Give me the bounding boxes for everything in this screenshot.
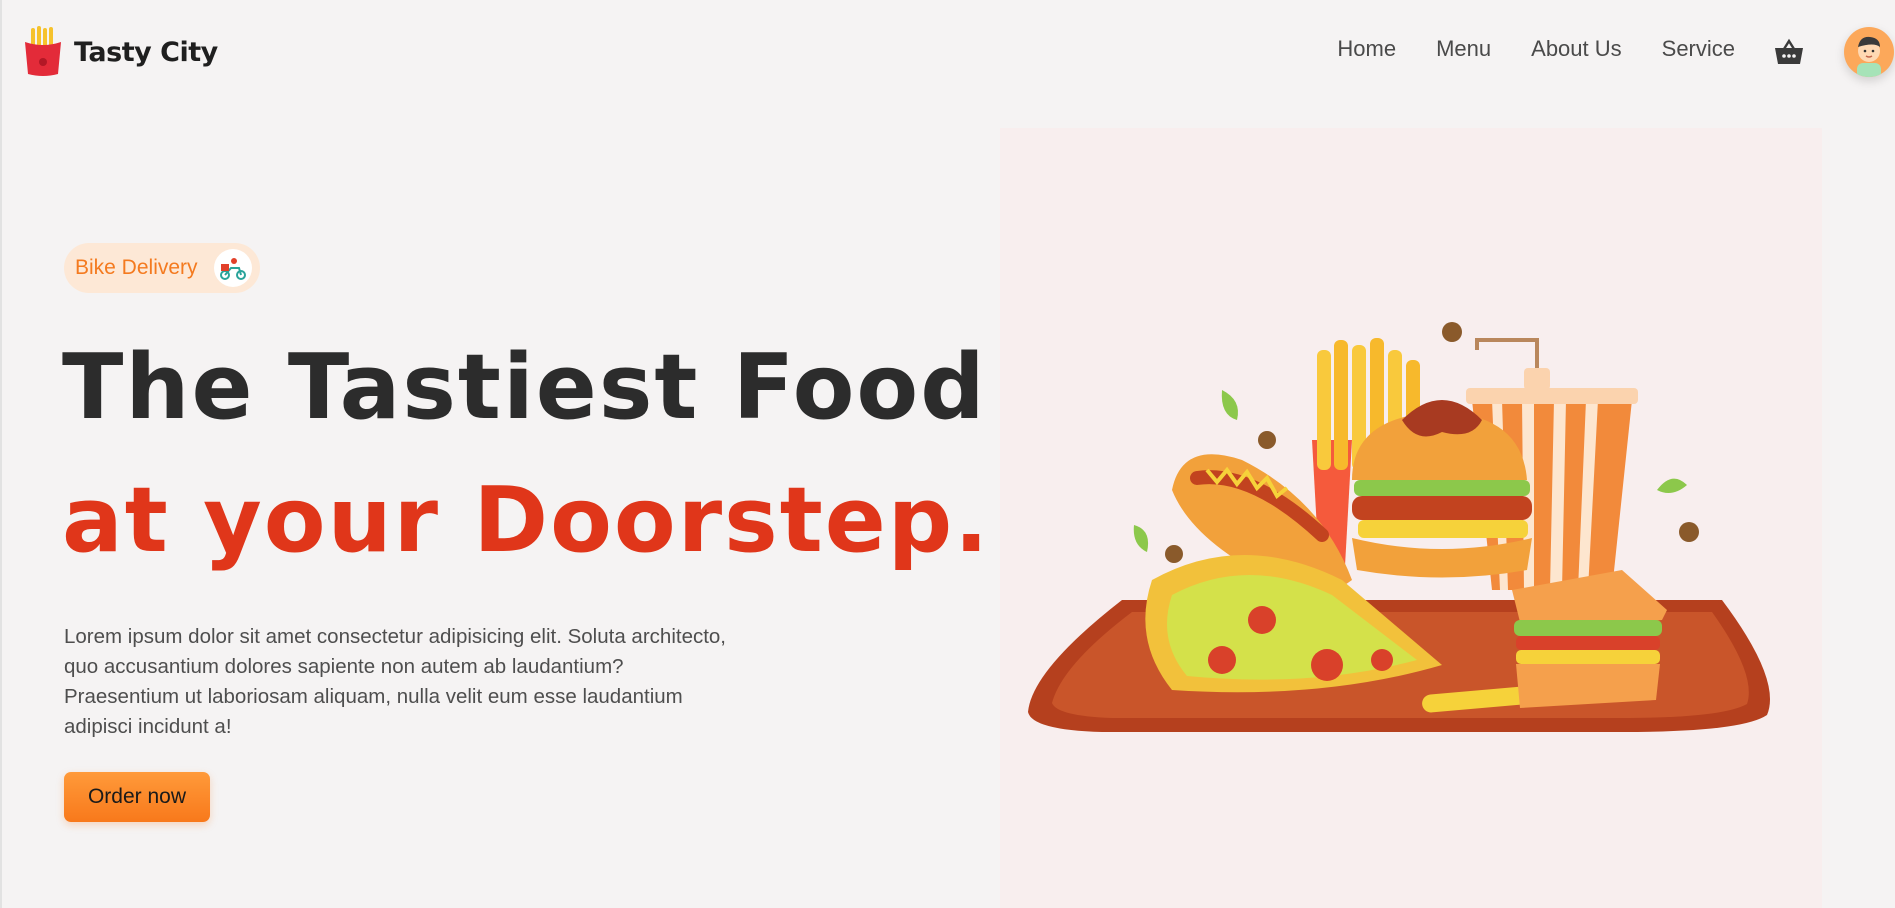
fast-food-tray-illustration [1028, 322, 1770, 732]
hero-description: Lorem ipsum dolor sit amet consectetur a… [64, 625, 727, 738]
fries-logo-icon [25, 26, 61, 76]
nav-service[interactable]: Service [1662, 36, 1735, 62]
site-header: Tasty City Home Menu About Us Service [2, 0, 1895, 104]
basket-icon[interactable] [1774, 38, 1804, 66]
avatar-face-icon [1857, 36, 1881, 77]
hero-headline: The Tastiest Food [62, 335, 987, 440]
main-nav: Home Menu About Us Service [1337, 36, 1735, 62]
hero-headline-accent: at your Doorstep. [62, 468, 991, 573]
badge-label: Bike Delivery [75, 256, 198, 279]
brand[interactable]: Tasty City [22, 26, 218, 78]
nav-about-us[interactable]: About Us [1531, 36, 1622, 62]
user-avatar-icon[interactable] [1844, 27, 1894, 77]
nav-menu[interactable]: Menu [1436, 36, 1491, 62]
brand-name: Tasty City [74, 36, 218, 68]
nav-home[interactable]: Home [1337, 36, 1396, 62]
order-now-button[interactable]: Order now [64, 772, 210, 822]
bike-delivery-badge: Bike Delivery [64, 243, 260, 293]
scooter-delivery-icon [214, 249, 252, 287]
